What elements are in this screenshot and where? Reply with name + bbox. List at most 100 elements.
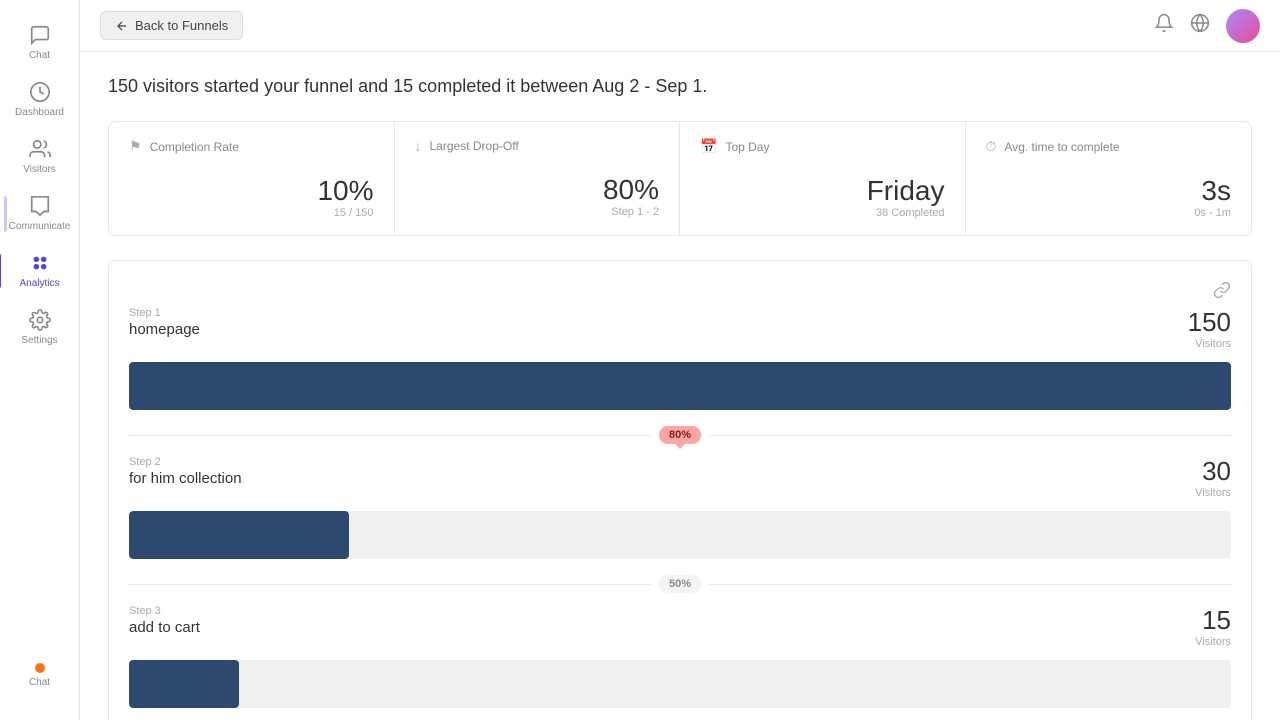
step-1-name: homepage xyxy=(129,321,200,338)
sidebar-item-communicate[interactable]: Communicate xyxy=(4,187,76,240)
stat-header-topday: 📅 Top Day xyxy=(700,138,945,155)
clock-icon: ⏱ xyxy=(986,138,997,155)
funnel-step-3: Step 3 add to cart 15 Visitors xyxy=(129,605,1231,708)
step-2-name: for him collection xyxy=(129,470,242,487)
stat-sub-completion: 15 / 150 xyxy=(129,207,374,219)
back-button-label: Back to Funnels xyxy=(135,18,228,33)
funnel-link-icon-area xyxy=(129,281,1231,299)
sidebar-item-analytics[interactable]: Analytics xyxy=(4,244,76,297)
sidebar-item-dashboard-label: Dashboard xyxy=(15,107,64,118)
flag-icon: ⚑ xyxy=(129,138,142,155)
sidebar-item-visitors-label: Visitors xyxy=(23,164,56,175)
step-2-info: Step 2 for him collection xyxy=(129,456,242,487)
sidebar-item-chat-label: Chat xyxy=(29,50,50,61)
user-avatar[interactable] xyxy=(1226,9,1260,43)
communicate-icon xyxy=(29,195,51,217)
stat-sub-avgtime: 0s - 1m xyxy=(986,207,1232,219)
step-2-bar-fill xyxy=(129,511,349,559)
step-3-name: add to cart xyxy=(129,619,200,636)
stat-label-completion: Completion Rate xyxy=(150,140,239,154)
sidebar-item-visitors[interactable]: Visitors xyxy=(4,130,76,183)
step-2-bar-container xyxy=(129,511,1231,559)
drop-divider-1: 80% xyxy=(129,426,1231,444)
drop-line-right-2 xyxy=(709,584,1231,585)
chat-icon xyxy=(29,24,51,46)
funnel-headline: 150 visitors started your funnel and 15 … xyxy=(108,76,1252,97)
globe-button[interactable] xyxy=(1190,13,1210,38)
step-3-info: Step 3 add to cart xyxy=(129,605,200,636)
stat-label-avgtime: Avg. time to complete xyxy=(1004,140,1119,154)
drop-badge-2: 50% xyxy=(659,575,701,593)
sidebar-item-chat[interactable]: Chat xyxy=(4,16,76,69)
link-icon[interactable] xyxy=(1213,281,1231,299)
sidebar-item-analytics-label: Analytics xyxy=(19,278,59,289)
funnel-visualization: Step 1 homepage 150 Visitors 80% xyxy=(108,260,1252,720)
arrow-left-icon xyxy=(115,19,129,33)
arrow-down-icon: ↓ xyxy=(415,138,422,154)
drop-line-left-2 xyxy=(129,584,651,585)
step-3-bar-container xyxy=(129,660,1231,708)
content-area: 150 visitors started your funnel and 15 … xyxy=(80,52,1280,720)
globe-icon xyxy=(1190,13,1210,33)
sidebar-item-settings[interactable]: Settings xyxy=(4,301,76,354)
chat-bottom[interactable]: Chat xyxy=(21,655,58,696)
notification-bell[interactable] xyxy=(1154,13,1174,38)
main-area: Back to Funnels 150 vi xyxy=(80,0,1280,720)
step-3-header: Step 3 add to cart 15 Visitors xyxy=(129,605,1231,648)
step-1-visitors-label: Visitors xyxy=(1188,338,1231,350)
stat-top-day: 📅 Top Day Friday 38 Completed xyxy=(680,122,966,235)
settings-icon xyxy=(29,309,51,331)
topbar: Back to Funnels xyxy=(80,0,1280,52)
step-2-label: Step 2 xyxy=(129,456,242,468)
stat-sub-topday: 38 Completed xyxy=(700,207,945,219)
stat-sub-dropoff: Step 1 - 2 xyxy=(415,206,660,218)
drop-line-left-1 xyxy=(129,435,651,436)
drop-line-right-1 xyxy=(709,435,1231,436)
step-3-visitors: 15 Visitors xyxy=(1195,605,1231,648)
stat-header-avgtime: ⏱ Avg. time to complete xyxy=(986,138,1232,155)
stat-label-dropoff: Largest Drop-Off xyxy=(430,139,519,153)
stat-header-dropoff: ↓ Largest Drop-Off xyxy=(415,138,660,154)
bell-icon xyxy=(1154,13,1174,33)
funnel-step-2: Step 2 for him collection 30 Visitors xyxy=(129,456,1231,559)
dashboard-icon xyxy=(29,81,51,103)
step-2-visitors-label: Visitors xyxy=(1195,487,1231,499)
stats-row: ⚑ Completion Rate 10% 15 / 150 ↓ Largest… xyxy=(108,121,1252,236)
step-1-info: Step 1 homepage xyxy=(129,307,200,338)
sidebar: Chat Dashboard Visitors Communicate xyxy=(0,0,80,720)
stat-value-completion: 10% xyxy=(129,175,374,207)
step-1-bar-fill xyxy=(129,362,1231,410)
step-3-bar-fill xyxy=(129,660,239,708)
calendar-icon: 📅 xyxy=(700,138,717,155)
active-indicator xyxy=(4,196,7,232)
analytics-icon xyxy=(29,252,51,274)
funnel-step-1: Step 1 homepage 150 Visitors xyxy=(129,307,1231,410)
visitors-icon xyxy=(29,138,51,160)
step-2-visitors-count: 30 xyxy=(1195,456,1231,487)
stat-header-completion: ⚑ Completion Rate xyxy=(129,138,374,155)
stat-largest-dropoff: ↓ Largest Drop-Off 80% Step 1 - 2 xyxy=(395,122,681,235)
stat-avg-time: ⏱ Avg. time to complete 3s 0s - 1m xyxy=(966,122,1252,235)
step-1-header: Step 1 homepage 150 Visitors xyxy=(129,307,1231,350)
step-1-bar-container xyxy=(129,362,1231,410)
sidebar-item-dashboard[interactable]: Dashboard xyxy=(4,73,76,126)
topbar-right xyxy=(1154,9,1260,43)
step-3-label: Step 3 xyxy=(129,605,200,617)
sidebar-item-communicate-label: Communicate xyxy=(9,221,71,232)
chat-online-dot xyxy=(35,663,45,673)
stat-value-topday: Friday xyxy=(700,175,945,207)
step-1-label: Step 1 xyxy=(129,307,200,319)
stat-completion-rate: ⚑ Completion Rate 10% 15 / 150 xyxy=(109,122,395,235)
step-3-visitors-count: 15 xyxy=(1195,605,1231,636)
back-to-funnels-button[interactable]: Back to Funnels xyxy=(100,11,243,40)
stat-value-avgtime: 3s xyxy=(986,175,1232,207)
step-1-visitors: 150 Visitors xyxy=(1188,307,1231,350)
drop-badge-1: 80% xyxy=(659,426,701,444)
sidebar-bottom: Chat xyxy=(21,655,58,704)
step-2-header: Step 2 for him collection 30 Visitors xyxy=(129,456,1231,499)
chat-bottom-label: Chat xyxy=(29,677,50,688)
stat-value-dropoff: 80% xyxy=(415,174,660,206)
step-2-visitors: 30 Visitors xyxy=(1195,456,1231,499)
drop-divider-2: 50% xyxy=(129,575,1231,593)
step-1-visitors-count: 150 xyxy=(1188,307,1231,338)
